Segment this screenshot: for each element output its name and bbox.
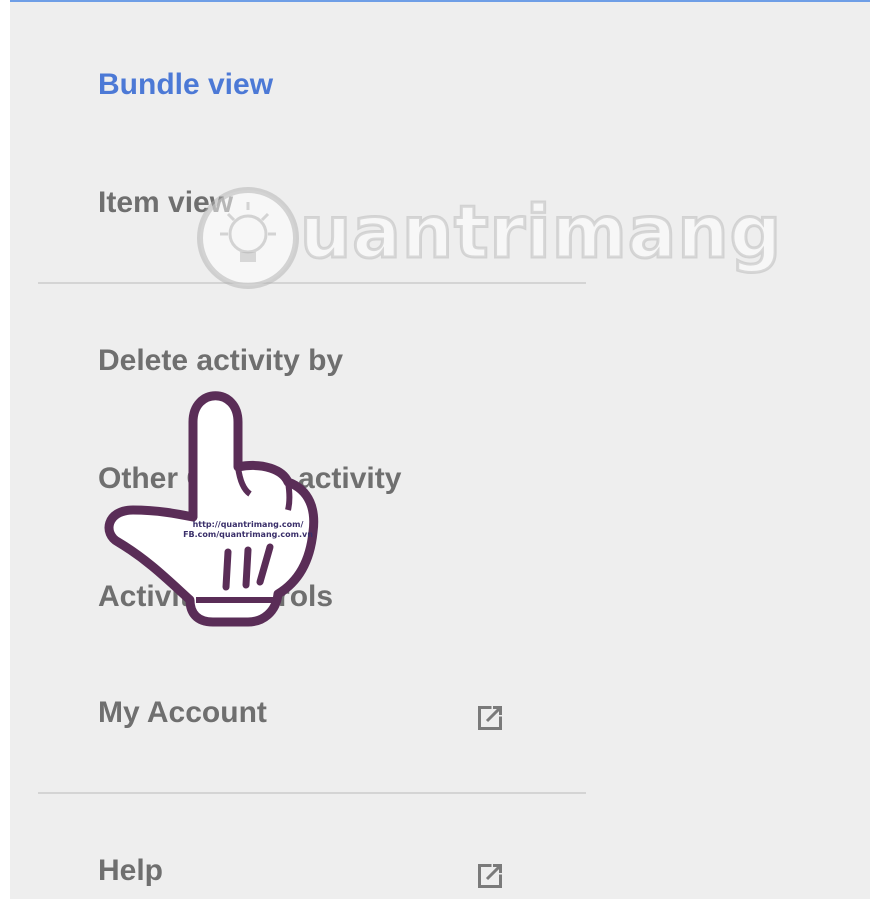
menu-item-delete-activity[interactable]: Delete activity by (98, 344, 343, 378)
menu-divider (38, 792, 586, 794)
watermark-text: uantrimang (298, 189, 783, 276)
watermark-url-line1: http://quantrimang.com/ (193, 520, 304, 529)
menu-item-bundle-view[interactable]: Bundle view (98, 68, 273, 102)
menu-divider (38, 282, 586, 284)
menu-item-other-activity[interactable]: Other Google activity (98, 462, 401, 496)
watermark-logo: uantrimang (190, 174, 783, 298)
side-menu: Bundle view Item view Delete activity by… (10, 0, 870, 899)
external-link-icon[interactable] (472, 700, 508, 736)
menu-item-item-view[interactable]: Item view (98, 186, 233, 220)
menu-item-help[interactable]: Help (98, 854, 163, 888)
menu-item-my-account[interactable]: My Account (98, 696, 267, 730)
external-link-icon[interactable] (472, 858, 508, 894)
watermark-url-line2: FB.com/quantrimang.com.vn (183, 530, 313, 539)
menu-item-activity-controls[interactable]: Activity controls (98, 580, 333, 614)
